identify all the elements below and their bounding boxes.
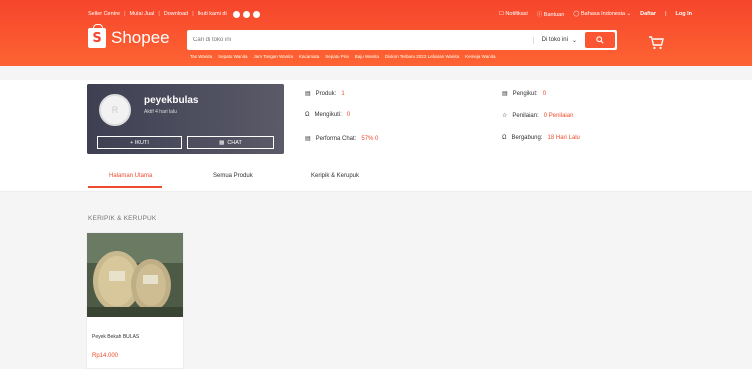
stat-label: Penilaian: [512,112,539,119]
keyword-link[interactable]: Sepatu Pria [325,54,349,59]
cart-icon[interactable] [648,36,664,50]
shop-status: Aktif 4 hari lalu [144,109,177,115]
tab-keripik-kerupuk[interactable]: Keripik & Kerupuk [311,173,359,179]
shop-card: R peyekbulas Aktif 4 hari lalu + IKUTI ▩… [87,84,284,154]
product-image [87,233,183,317]
user-icon: Ω [305,112,310,118]
keyword-link[interactable]: Diskon Terbaru 2023 Lebaran Wanita [385,54,459,59]
instagram-icon[interactable] [242,10,250,18]
stat-label: Bergabung: [511,135,543,141]
stat-label: Pengikut: [512,90,538,97]
stat-mengikuti: Ω Mengikuti: 0 [305,112,350,118]
stat-label: Produk: [315,90,337,97]
chat-icon: ▩ [219,139,225,146]
chevron-down-icon: ⌄ [626,11,632,17]
shopee-logo[interactable]: S Shopee [88,24,170,48]
active-tab-indicator [88,186,162,188]
bantuan-link[interactable]: ⓘ Bantuan [537,10,565,18]
product-price: Rp14.000 [92,353,119,359]
stat-value: 0 Penilaian [543,112,574,119]
bantuan-label: Bantuan [543,12,565,18]
divider: | [158,11,160,17]
shopee-bag-icon: S [88,24,106,48]
stat-bergabung: Ω Bergabung: 18 Hari Lalu [502,135,580,141]
chat-label: CHAT [227,139,242,146]
shop-name: peyekbulas [144,95,199,106]
followers-icon: ▤ [502,91,508,97]
product-name: Peyek Bekah BULAS [92,334,140,340]
search-keywords: Tas Wanita Sepatu Wanita Jam Tangan Wani… [190,54,496,59]
user-icon: Ω [502,135,507,141]
language-label: Bahasa Indonesia [580,11,626,17]
stat-penilaian: ☆ Penilaian: 0 Penilaian [502,112,574,120]
daftar-link[interactable]: Daftar [640,11,656,17]
header: Seller Centre | Mulai Jual | Download | … [0,0,752,66]
seller-centre-link[interactable]: Seller Centre [88,11,120,17]
ikuti-kami-label: Ikuti kami di [197,11,227,17]
divider: | [665,11,667,17]
download-link[interactable]: Download [164,11,188,17]
search-scope-label: Di toko ini [541,37,568,43]
store-icon: ▤ [305,91,311,97]
keyword-link[interactable]: Sepatu Wanita [218,54,247,59]
keyword-link[interactable]: Kacamata [299,54,319,59]
search-button[interactable] [585,32,615,48]
stat-value: 1 [341,90,345,97]
keyword-link[interactable]: Jam Tangan Wanita [253,54,293,59]
stat-value: 18 Hari Lalu [547,135,580,141]
follow-button[interactable]: + IKUTI [97,136,182,149]
shop-avatar[interactable]: R [99,94,131,126]
chevron-down-icon: ⌄ [571,37,577,44]
topbar-left: Seller Centre | Mulai Jual | Download | … [88,10,260,18]
chat-bubble-icon: ▤ [305,136,311,142]
login-link[interactable]: Log In [676,11,693,17]
star-icon: ☆ [502,113,508,119]
keyword-link[interactable]: Kemeja Wanita [465,54,495,59]
tab-semua-produk[interactable]: Semua Produk [213,173,253,179]
social-links [232,10,260,18]
stat-pengikut: ▤ Pengikut: 0 [502,90,547,98]
topbar-right: ☐ Notifikasi ⓘ Bantuan ◯ Bahasa Indonesi… [499,10,692,18]
divider: | [192,11,194,17]
stat-performa-chat: ▤ Performa Chat: 57% 0 [305,135,379,143]
keyword-link[interactable]: Baju Wanita [355,54,379,59]
stat-value: 0 [346,112,351,118]
stat-produk: ▤ Produk: 1 [305,90,345,98]
notifikasi-link[interactable]: ☐ Notifikasi [499,11,528,17]
language-selector[interactable]: ◯ Bahasa Indonesia ⌄ [573,11,631,17]
chat-button[interactable]: ▩ CHAT [187,136,274,149]
notifikasi-label: Notifikasi [505,11,528,17]
product-card[interactable]: Peyek Bekah BULAS Rp14.000 [86,232,184,369]
tab-halaman-utama[interactable]: Halaman Utama [109,173,152,179]
bell-icon: ☐ [498,11,504,17]
stat-value: 0 [542,90,547,97]
stat-label: Performa Chat: [315,135,357,142]
stat-value: 57% 0 [361,135,379,142]
stat-label: Mengikuti: [314,112,342,118]
search-input[interactable] [189,37,533,43]
section-title: KERIPIK & KERUPUK [88,215,157,222]
divider: | [124,11,126,17]
product-photo [87,233,183,317]
help-icon: ⓘ [536,12,543,18]
keyword-link[interactable]: Tas Wanita [190,54,212,59]
topbar: Seller Centre | Mulai Jual | Download | … [88,8,692,20]
search-icon [596,36,604,44]
search-bar: Di toko ini ⌄ [187,30,617,50]
facebook-icon[interactable] [232,10,240,18]
line-icon[interactable] [252,10,260,18]
brand-name: Shopee [111,28,170,47]
globe-icon: ◯ [573,11,580,17]
search-scope-dropdown[interactable]: Di toko ini ⌄ [532,36,585,44]
mulai-jual-link[interactable]: Mulai Jual [130,11,155,17]
